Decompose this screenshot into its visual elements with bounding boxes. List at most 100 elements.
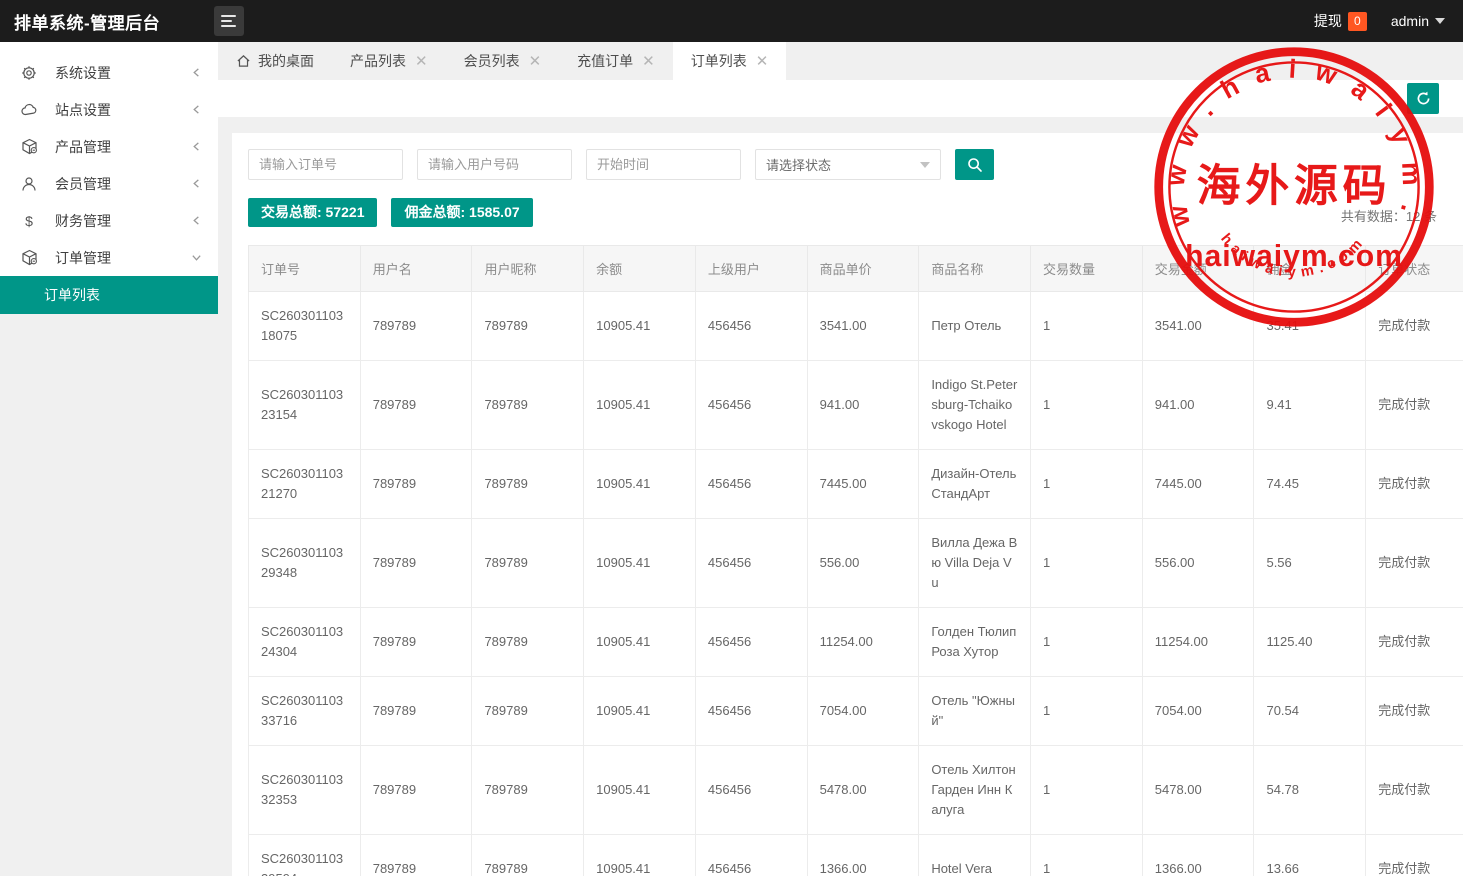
table-row: SC2603011032315478978978978910905.414564…	[249, 361, 1463, 450]
table-cell: 完成付款	[1366, 746, 1463, 835]
refresh-button[interactable]	[1407, 83, 1439, 114]
close-icon[interactable]: ✕	[415, 52, 428, 70]
table-cell: 1	[1031, 746, 1143, 835]
table-row: SC2603011031807578978978978910905.414564…	[249, 292, 1463, 361]
close-icon[interactable]: ✕	[529, 52, 542, 70]
order-table-wrap: 订单号用户名用户昵称余额上级用户商品单价商品名称交易数量交易金额佣金订单状态 S…	[248, 245, 1463, 876]
chevron-left-icon	[191, 141, 202, 152]
table-cell: 1	[1031, 519, 1143, 608]
table-cell: 456456	[695, 519, 807, 608]
table-row: SC2603011033959478978978978910905.414564…	[249, 835, 1463, 876]
table-cell: 1	[1031, 292, 1143, 361]
tab-4[interactable]: 订单列表✕	[673, 42, 787, 80]
chevron-left-icon	[191, 215, 202, 226]
table-cell: 789789	[472, 746, 584, 835]
top-header: 排单系统-管理后台 提现 0 admin	[0, 0, 1463, 42]
tab-2[interactable]: 会员列表✕	[446, 42, 560, 80]
table-cell: 7445.00	[807, 450, 919, 519]
table-row: SC2603011032430478978978978910905.414564…	[249, 608, 1463, 677]
table-cell: 70.54	[1254, 677, 1366, 746]
column-header: 交易金额	[1142, 246, 1254, 292]
column-header: 用户名	[360, 246, 472, 292]
sidebar-item-0[interactable]: 系统设置	[0, 54, 218, 91]
table-row: SC2603011032934878978978978910905.414564…	[249, 519, 1463, 608]
table-cell: Отель "Южный"	[919, 677, 1031, 746]
table-cell: 1366.00	[807, 835, 919, 876]
table-header-row: 订单号用户名用户昵称余额上级用户商品单价商品名称交易数量交易金额佣金订单状态	[249, 246, 1463, 292]
table-cell: Вилла Дежа Вю Villa Deja Vu	[919, 519, 1031, 608]
close-icon[interactable]: ✕	[756, 52, 769, 70]
column-header: 商品名称	[919, 246, 1031, 292]
table-cell: 789789	[360, 450, 472, 519]
table-cell: 456456	[695, 292, 807, 361]
table-cell: 789789	[472, 450, 584, 519]
withdraw-link[interactable]: 提现 0	[1314, 11, 1367, 31]
sidebar: 系统设置站点设置产品管理会员管理 $财务管理订单管理订单列表	[0, 42, 218, 876]
table-cell: 789789	[472, 608, 584, 677]
table-cell: 完成付款	[1366, 519, 1463, 608]
sidebar-item-3[interactable]: 会员管理	[0, 165, 218, 202]
table-cell: 10905.41	[584, 746, 696, 835]
table-cell: 完成付款	[1366, 361, 1463, 450]
chevron-down-icon	[1435, 18, 1445, 24]
column-header: 订单号	[249, 246, 361, 292]
table-cell: 7445.00	[1142, 450, 1254, 519]
table-cell: 完成付款	[1366, 292, 1463, 361]
commission-total-badge: 佣金总额: 1585.07	[391, 198, 532, 227]
table-cell: 完成付款	[1366, 835, 1463, 876]
table-cell: 789789	[472, 361, 584, 450]
start-time-input[interactable]	[586, 149, 741, 180]
table-cell: 789789	[360, 292, 472, 361]
table-cell: 完成付款	[1366, 608, 1463, 677]
hamburger-icon	[221, 15, 236, 17]
table-cell: 1	[1031, 450, 1143, 519]
tab-0[interactable]: 我的桌面	[218, 42, 332, 80]
cloud-icon	[20, 101, 38, 119]
tab-label: 我的桌面	[258, 51, 314, 71]
chevron-left-icon	[191, 104, 202, 115]
table-cell: 13.66	[1254, 835, 1366, 876]
table-cell: SC26030110329348	[249, 519, 361, 608]
tab-3[interactable]: 充值订单✕	[559, 42, 673, 80]
sidebar-subitem-order-list[interactable]: 订单列表	[0, 276, 218, 314]
withdraw-count-badge: 0	[1348, 12, 1367, 31]
main-area: 我的桌面产品列表✕会员列表✕充值订单✕订单列表✕ 请选择状态	[218, 42, 1463, 876]
chevron-left-icon	[191, 178, 202, 189]
table-cell: SC26030110324304	[249, 608, 361, 677]
user-number-input[interactable]	[417, 149, 572, 180]
order-number-input[interactable]	[248, 149, 403, 180]
table-cell: 5.56	[1254, 519, 1366, 608]
sidebar-item-2[interactable]: 产品管理	[0, 128, 218, 165]
tab-1[interactable]: 产品列表✕	[332, 42, 446, 80]
close-icon[interactable]: ✕	[642, 52, 655, 70]
table-cell: 789789	[360, 608, 472, 677]
user-menu[interactable]: admin	[1391, 13, 1445, 29]
column-header: 商品单价	[807, 246, 919, 292]
table-cell: 1125.40	[1254, 608, 1366, 677]
content-panel: 请选择状态 交易总额: 57221 佣金总额: 1585.07 共有数据：12 …	[232, 133, 1463, 876]
table-cell: 10905.41	[584, 835, 696, 876]
box-icon	[20, 138, 38, 156]
table-cell: 1	[1031, 835, 1143, 876]
summary-row: 交易总额: 57221 佣金总额: 1585.07 共有数据：12 条	[248, 198, 1463, 227]
sidebar-item-4[interactable]: $财务管理	[0, 202, 218, 239]
table-cell: 10905.41	[584, 292, 696, 361]
table-cell: Hotel Vera	[919, 835, 1031, 876]
table-cell: 789789	[360, 361, 472, 450]
sidebar-item-label: 会员管理	[55, 174, 111, 194]
status-select[interactable]: 请选择状态	[755, 149, 941, 180]
chevron-down-icon	[191, 252, 202, 263]
table-cell: 35.41	[1254, 292, 1366, 361]
sidebar-item-label: 站点设置	[55, 100, 111, 120]
table-cell: 完成付款	[1366, 677, 1463, 746]
sidebar-item-label: 产品管理	[55, 137, 111, 157]
table-cell: 7054.00	[1142, 677, 1254, 746]
username: admin	[1391, 13, 1429, 29]
sidebar-item-1[interactable]: 站点设置	[0, 91, 218, 128]
table-cell: 789789	[472, 677, 584, 746]
search-button[interactable]	[955, 149, 994, 180]
home-icon	[236, 54, 251, 68]
menu-toggle-button[interactable]	[214, 6, 244, 36]
chevron-left-icon	[191, 67, 202, 78]
sidebar-item-5[interactable]: 订单管理	[0, 239, 218, 276]
